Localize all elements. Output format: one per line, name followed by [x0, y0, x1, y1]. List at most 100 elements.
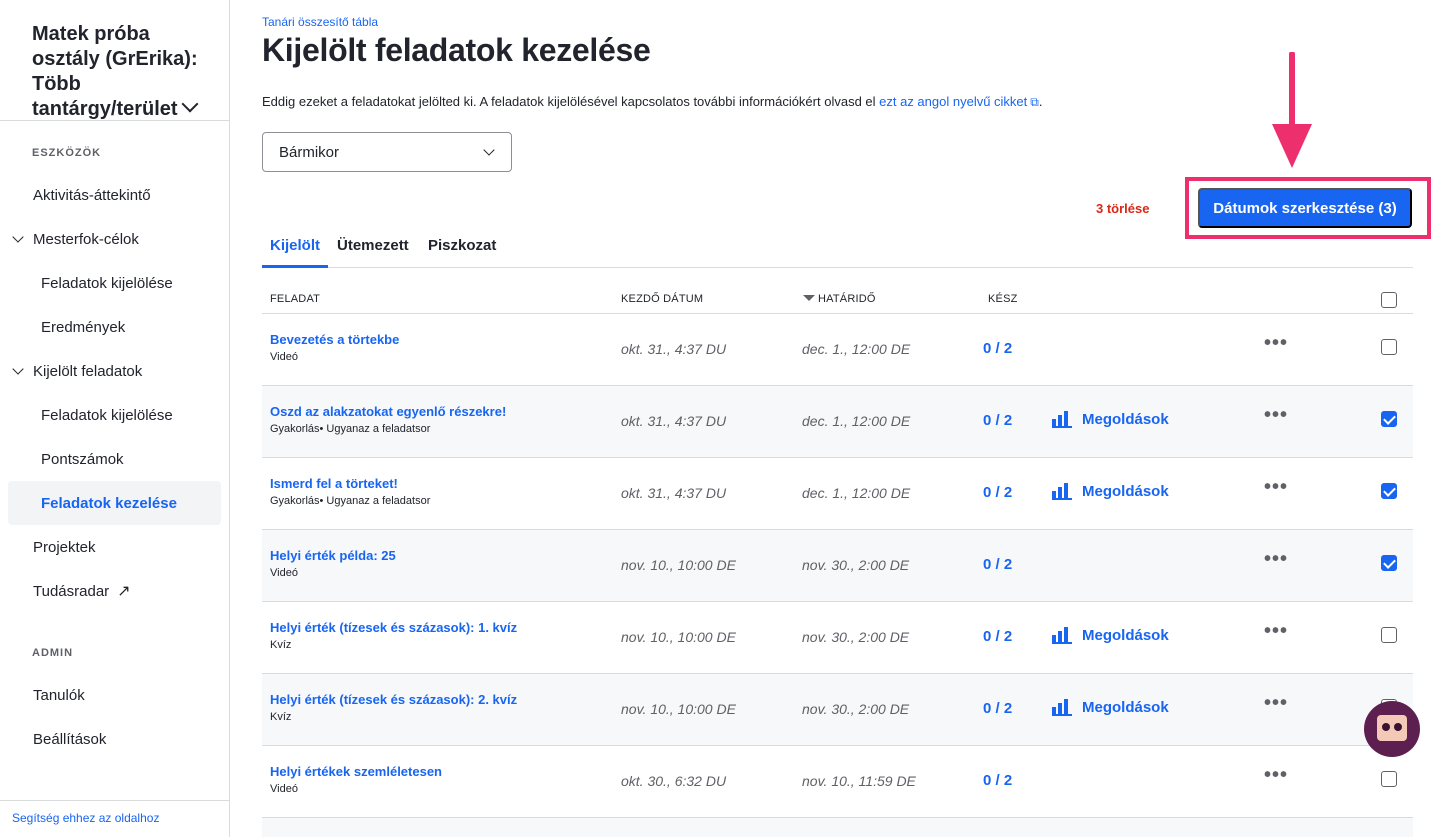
sidebar-item-knowledge-radar[interactable]: Tudásradar ↗	[8, 569, 221, 613]
sidebar-item-scores[interactable]: Pontszámok	[8, 437, 221, 481]
column-header-task: FELADAT	[270, 293, 321, 305]
tab-assigned[interactable]: Kijelölt	[262, 237, 329, 268]
sidebar-item-results[interactable]: Eredmények	[8, 305, 221, 349]
start-date[interactable]: nov. 10., 10:00 DE	[621, 557, 736, 573]
column-header-due[interactable]: HATÁRIDŐ	[803, 293, 876, 305]
row-checkbox[interactable]	[1381, 627, 1397, 643]
sidebar-item-label: Feladatok kezelése	[41, 494, 177, 512]
due-date[interactable]: nov. 30., 2:00 DE	[802, 557, 909, 573]
intro-text: Eddig ezeket a feladatokat jelölted ki. …	[262, 94, 1042, 110]
bar-chart-icon	[1052, 482, 1072, 500]
completion-count[interactable]: 0 / 2	[983, 556, 1012, 573]
sidebar-item-settings[interactable]: Beállítások	[8, 717, 221, 761]
more-options-icon[interactable]: •••	[1264, 476, 1288, 499]
time-filter-select[interactable]: Bármikor	[262, 132, 512, 172]
solutions-link[interactable]: Megoldások	[1052, 698, 1169, 716]
completion-count[interactable]: 0 / 2	[983, 340, 1012, 357]
task-type: Kvíz	[270, 639, 292, 651]
sidebar-item-manage-tasks[interactable]: Feladatok kezelése	[8, 481, 221, 525]
row-checkbox[interactable]	[1381, 339, 1397, 355]
solutions-link[interactable]: Megoldások	[1052, 410, 1169, 428]
table-row: Oszd az alakzatokat egyenlő részekre! Gy…	[262, 386, 1413, 458]
edit-dates-button[interactable]: Dátumok szerkesztése (3)	[1198, 188, 1412, 228]
task-title-link[interactable]: Oszd az alakzatokat egyenlő részekre!	[270, 404, 506, 419]
task-type: Gyakorlás• Ugyanaz a feladatsor	[270, 495, 431, 507]
completion-count[interactable]: 0 / 2	[983, 484, 1012, 501]
task-title-link[interactable]: Ismerd fel a törteket!	[270, 476, 398, 491]
completion-count[interactable]: 0 / 2	[983, 628, 1012, 645]
task-title-link[interactable]: Bevezetés a törtekbe	[270, 332, 399, 347]
sidebar-item-label: Feladatok kijelölése	[41, 274, 173, 292]
tab-draft[interactable]: Piszkozat	[428, 237, 496, 268]
table-row: Helyi érték (tízesek és százasok): 1. kv…	[262, 602, 1413, 674]
assistant-avatar-button[interactable]	[1364, 701, 1420, 757]
task-title-link[interactable]: Helyi érték (tízesek és százasok): 2. kv…	[270, 692, 517, 707]
more-options-icon[interactable]: •••	[1264, 404, 1288, 427]
sidebar-item-label: Mesterfok-célok	[33, 230, 139, 248]
sidebar-item-projects[interactable]: Projektek	[8, 525, 221, 569]
intro-end: .	[1038, 94, 1043, 109]
task-type: Kvíz	[270, 711, 292, 723]
sidebar-item-assignments[interactable]: Kijelölt feladatok	[8, 349, 221, 393]
start-date[interactable]: okt. 31., 4:37 DU	[621, 413, 726, 429]
eye-icon	[1382, 723, 1390, 731]
start-date[interactable]: nov. 10., 10:00 DE	[621, 629, 736, 645]
sidebar-item-label: Pontszámok	[41, 450, 124, 468]
start-date[interactable]: nov. 10., 10:00 DE	[621, 701, 736, 717]
more-options-icon[interactable]: •••	[1264, 332, 1288, 355]
row-checkbox[interactable]	[1381, 555, 1397, 571]
task-title-link[interactable]: Helyi érték (tízesek és százasok): 1. kv…	[270, 620, 517, 635]
sidebar-item-label: Kijelölt feladatok	[33, 362, 143, 380]
due-date[interactable]: dec. 1., 12:00 DE	[802, 413, 910, 429]
class-selector[interactable]: Matek próba osztály (GrErika): Több tant…	[32, 22, 222, 122]
sidebar-item-label: Beállítások	[33, 730, 107, 748]
external-arrow-icon: ↗	[117, 583, 131, 600]
more-options-icon[interactable]: •••	[1264, 548, 1288, 571]
start-date[interactable]: okt. 31., 4:37 DU	[621, 485, 726, 501]
select-all-checkbox[interactable]	[1381, 292, 1397, 308]
completion-count[interactable]: 0 / 2	[983, 412, 1012, 429]
tab-scheduled[interactable]: Ütemezett	[337, 237, 409, 268]
clear-selection-button[interactable]: 3 törlése	[1096, 201, 1149, 216]
help-link[interactable]: Segítség ehhez az oldalhoz	[12, 811, 159, 825]
class-title: Matek próba osztály (GrErika): Több tant…	[32, 23, 198, 120]
more-options-icon[interactable]: •••	[1264, 692, 1288, 715]
article-link[interactable]: ezt az angol nyelvű cikket ⧉	[879, 94, 1039, 109]
sidebar-item-mastery-assign[interactable]: Feladatok kijelölése	[8, 261, 221, 305]
start-date[interactable]: okt. 30., 6:32 DU	[621, 773, 726, 789]
sidebar-item-activity[interactable]: Aktivitás-áttekintő	[8, 173, 221, 217]
task-type: Videó	[270, 567, 298, 579]
row-checkbox[interactable]	[1381, 411, 1397, 427]
sidebar-item-label: Projektek	[33, 538, 96, 556]
sort-down-icon	[803, 295, 815, 301]
due-date[interactable]: nov. 30., 2:00 DE	[802, 629, 909, 645]
completion-count[interactable]: 0 / 2	[983, 700, 1012, 717]
due-date[interactable]: dec. 1., 12:00 DE	[802, 341, 910, 357]
solutions-link[interactable]: Megoldások	[1052, 482, 1169, 500]
sidebar-item-mastery-goals[interactable]: Mesterfok-célok	[8, 217, 221, 261]
sidebar-item-assign-tasks[interactable]: Feladatok kijelölése	[8, 393, 221, 437]
task-title-link[interactable]: Helyi értékek szemléletesen	[270, 764, 442, 779]
breadcrumb[interactable]: Tanári összesítő tábla	[262, 15, 378, 29]
sidebar-item-label: Feladatok kijelölése	[41, 406, 173, 424]
solutions-link[interactable]: Megoldások	[1052, 626, 1169, 644]
solutions-label: Megoldások	[1082, 483, 1169, 500]
column-header-due-label: HATÁRIDŐ	[818, 293, 876, 305]
due-date[interactable]: dec. 1., 12:00 DE	[802, 485, 910, 501]
due-date[interactable]: nov. 30., 2:00 DE	[802, 701, 909, 717]
bar-chart-icon	[1052, 698, 1072, 716]
more-options-icon[interactable]: •••	[1264, 764, 1288, 787]
sidebar-item-label: Eredmények	[41, 318, 126, 336]
sidebar-item-students[interactable]: Tanulók	[8, 673, 221, 717]
row-checkbox[interactable]	[1381, 483, 1397, 499]
start-date[interactable]: okt. 31., 4:37 DU	[621, 341, 726, 357]
solutions-label: Megoldások	[1082, 699, 1169, 716]
table-header: FELADAT KEZDŐ DÁTUM HATÁRIDŐ KÉSZ	[262, 282, 1413, 314]
article-link-text: ezt az angol nyelvű cikket	[879, 94, 1028, 109]
tab-bar: Kijelölt Ütemezett Piszkozat	[262, 232, 1413, 268]
more-options-icon[interactable]: •••	[1264, 620, 1288, 643]
completion-count[interactable]: 0 / 2	[983, 772, 1012, 789]
row-checkbox[interactable]	[1381, 771, 1397, 787]
due-date[interactable]: nov. 10., 11:59 DE	[802, 773, 916, 789]
task-title-link[interactable]: Helyi érték példa: 25	[270, 548, 396, 563]
